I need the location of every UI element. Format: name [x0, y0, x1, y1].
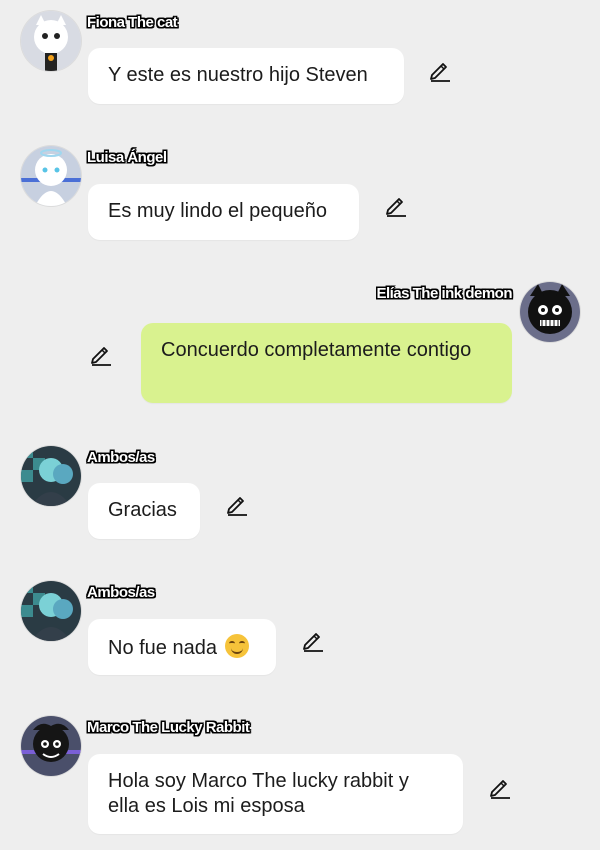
- author-name[interactable]: Ambos/as: [87, 449, 155, 466]
- author-name[interactable]: Elías The ink demon: [376, 285, 512, 302]
- pencil-edit-icon[interactable]: [384, 193, 408, 217]
- message-bubble[interactable]: Es muy lindo el pequeño: [88, 184, 359, 240]
- pencil-edit-icon[interactable]: [488, 775, 512, 799]
- author-avatar[interactable]: [21, 581, 81, 641]
- author-name[interactable]: Ambos/as: [87, 584, 155, 601]
- pencil-edit-icon[interactable]: [225, 492, 249, 516]
- pencil-edit-icon[interactable]: [301, 628, 325, 652]
- smiling-face-emoji: [224, 634, 249, 658]
- message-text: Gracias: [108, 499, 177, 521]
- author-name[interactable]: Luisa Ángel: [87, 149, 167, 166]
- message-text: Es muy lindo el pequeño: [108, 200, 328, 222]
- author-avatar[interactable]: [21, 716, 81, 776]
- pencil-edit-icon[interactable]: [428, 58, 452, 82]
- message-bubble[interactable]: Gracias: [88, 483, 200, 539]
- message-text: Hola soy Marco The lucky rabbit y ella e…: [108, 770, 409, 817]
- message-bubble[interactable]: No fue nada: [88, 619, 276, 675]
- author-avatar[interactable]: [21, 446, 81, 506]
- message-text: Concuerdo completamente contigo: [161, 339, 472, 361]
- author-avatar[interactable]: [21, 146, 81, 206]
- message-text: Y este es nuestro hijo Steven: [108, 64, 368, 86]
- message-bubble[interactable]: Hola soy Marco The lucky rabbit y ella e…: [88, 754, 463, 834]
- author-name[interactable]: Fiona The cat: [87, 14, 178, 31]
- pencil-edit-icon[interactable]: [89, 342, 113, 366]
- message-bubble[interactable]: Y este es nuestro hijo Steven: [88, 48, 404, 104]
- message-bubble[interactable]: Concuerdo completamente contigo: [141, 323, 512, 403]
- author-name[interactable]: Marco The Lucky Rabbit: [87, 719, 250, 736]
- author-avatar[interactable]: [21, 11, 81, 71]
- author-avatar[interactable]: [520, 282, 580, 342]
- message-text: No fue nada: [108, 637, 217, 659]
